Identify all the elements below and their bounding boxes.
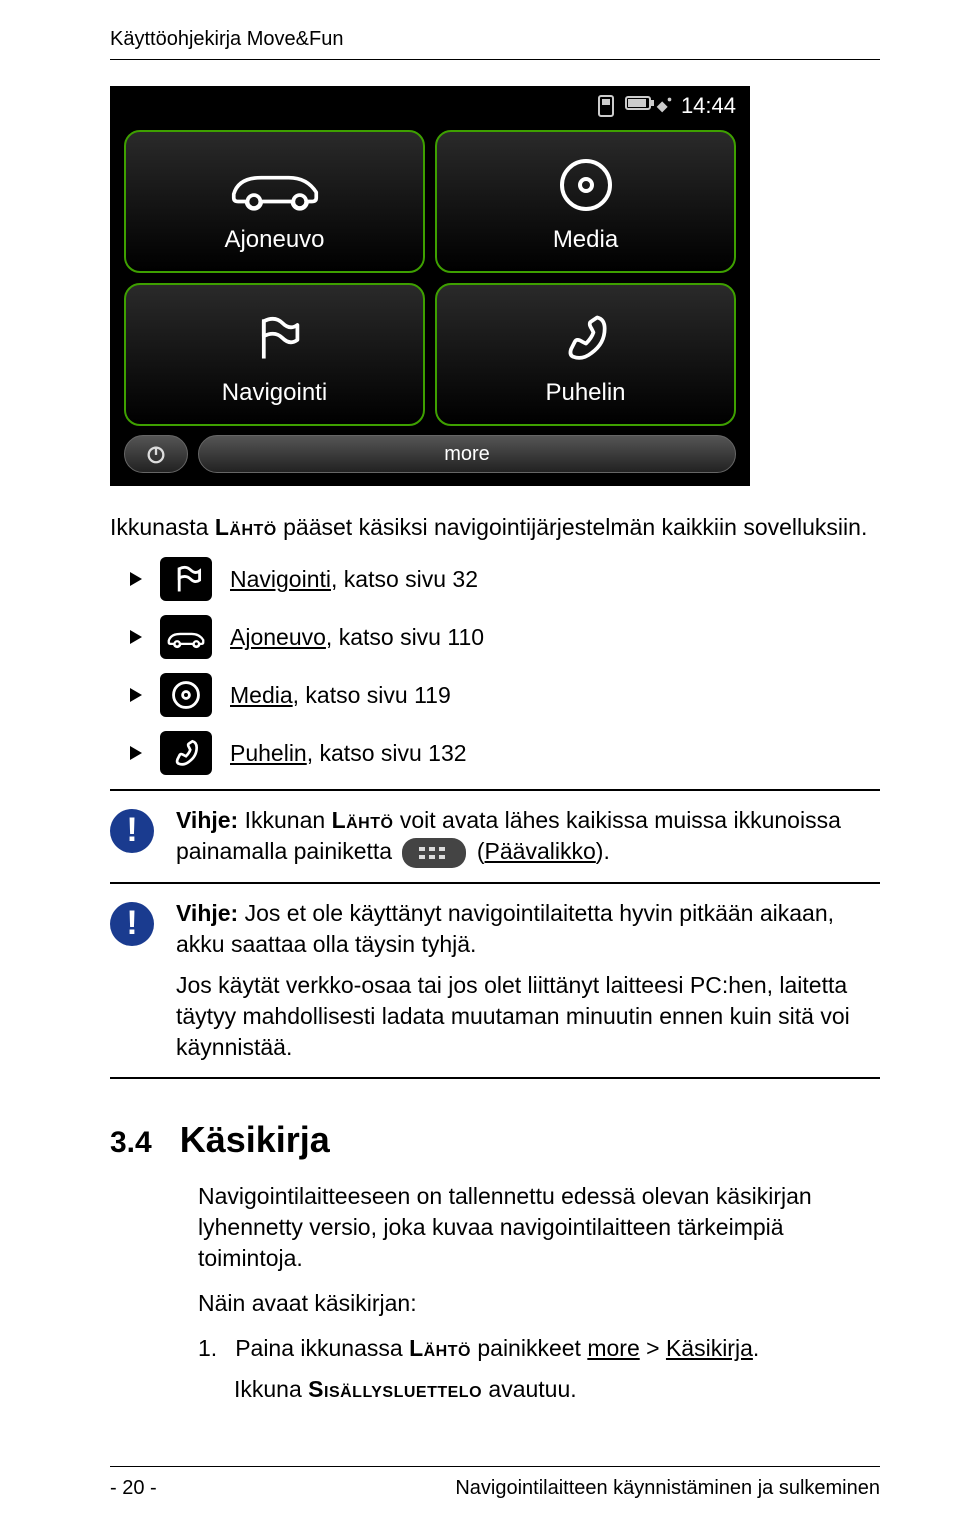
page-number: - 20 - [110, 1477, 157, 1500]
section-body: Navigointilaitteeseen on tallennettu ede… [198, 1181, 880, 1405]
info-icon: ! [110, 809, 154, 853]
header-divider [110, 59, 880, 60]
bullet-icon [130, 688, 142, 702]
disc-icon [160, 673, 212, 717]
sim-icon [597, 94, 615, 118]
ref-link: Puhelin [230, 740, 307, 766]
tile-label: Puhelin [545, 379, 625, 407]
section-number: 3.4 [110, 1126, 152, 1160]
bullet-icon [130, 630, 142, 644]
disc-icon [556, 150, 616, 220]
ref-media: Media, katso sivu 119 [130, 673, 880, 717]
ref-link: Media [230, 682, 293, 708]
ref-link: Navigointi [230, 566, 331, 592]
flag-icon [160, 557, 212, 601]
ref-ajoneuvo: Ajoneuvo, katso sivu 110 [130, 615, 880, 659]
car-icon [220, 150, 330, 220]
step-1: 1. Paina ikkunassa Lähtö painikkeet more… [198, 1333, 880, 1364]
phone-icon [160, 731, 212, 775]
section-heading: 3.4 Käsikirja [110, 1119, 880, 1161]
phone-icon [558, 303, 614, 373]
info-icon: ! [110, 902, 154, 946]
status-bar: 14:44 [110, 86, 750, 126]
phone-tile[interactable]: Puhelin [435, 283, 736, 426]
hint-block-1: ! Vihje: Ikkunan Lähtö voit avata lähes … [110, 789, 880, 884]
footer-chapter: Navigointilaitteen käynnistäminen ja sul… [455, 1477, 880, 1500]
nav-tile[interactable]: Navigointi [124, 283, 425, 426]
bullet-icon [130, 572, 142, 586]
section-title: Käsikirja [180, 1119, 330, 1161]
bullet-icon [130, 746, 142, 760]
tile-label: Ajoneuvo [224, 226, 324, 254]
ref-puhelin: Puhelin, katso sivu 132 [130, 731, 880, 775]
ref-navigointi: Navigointi, katso sivu 32 [130, 557, 880, 601]
bottom-bar: more [110, 432, 750, 486]
page-footer: - 20 - Navigointilaitteen käynnistäminen… [110, 1466, 880, 1500]
flag-icon [247, 303, 303, 373]
power-button[interactable] [124, 435, 188, 473]
screenshot-figure: 14:44 Ajoneuvo Media Navigointi Puhelin [110, 86, 750, 486]
clock-time: 14:44 [681, 93, 736, 119]
intro-paragraph: Ikkunasta Lähtö pääset käsiksi navigoint… [110, 512, 880, 543]
tile-label: Navigointi [222, 379, 327, 407]
running-header: Käyttöohjekirja Move&Fun [110, 28, 880, 51]
satellite-icon [653, 94, 671, 118]
more-label: more [444, 443, 490, 466]
car-icon [160, 615, 212, 659]
media-tile[interactable]: Media [435, 130, 736, 273]
tile-grid: Ajoneuvo Media Navigointi Puhelin [110, 126, 750, 432]
menu-grid-icon [402, 838, 466, 868]
vehicle-tile[interactable]: Ajoneuvo [124, 130, 425, 273]
ref-link: Ajoneuvo [230, 624, 326, 650]
more-button[interactable]: more [198, 435, 736, 473]
tile-label: Media [553, 226, 618, 254]
hint-block-2: ! Vihje: Jos et ole käyttänyt navigointi… [110, 884, 880, 1079]
battery-icon [625, 94, 643, 118]
